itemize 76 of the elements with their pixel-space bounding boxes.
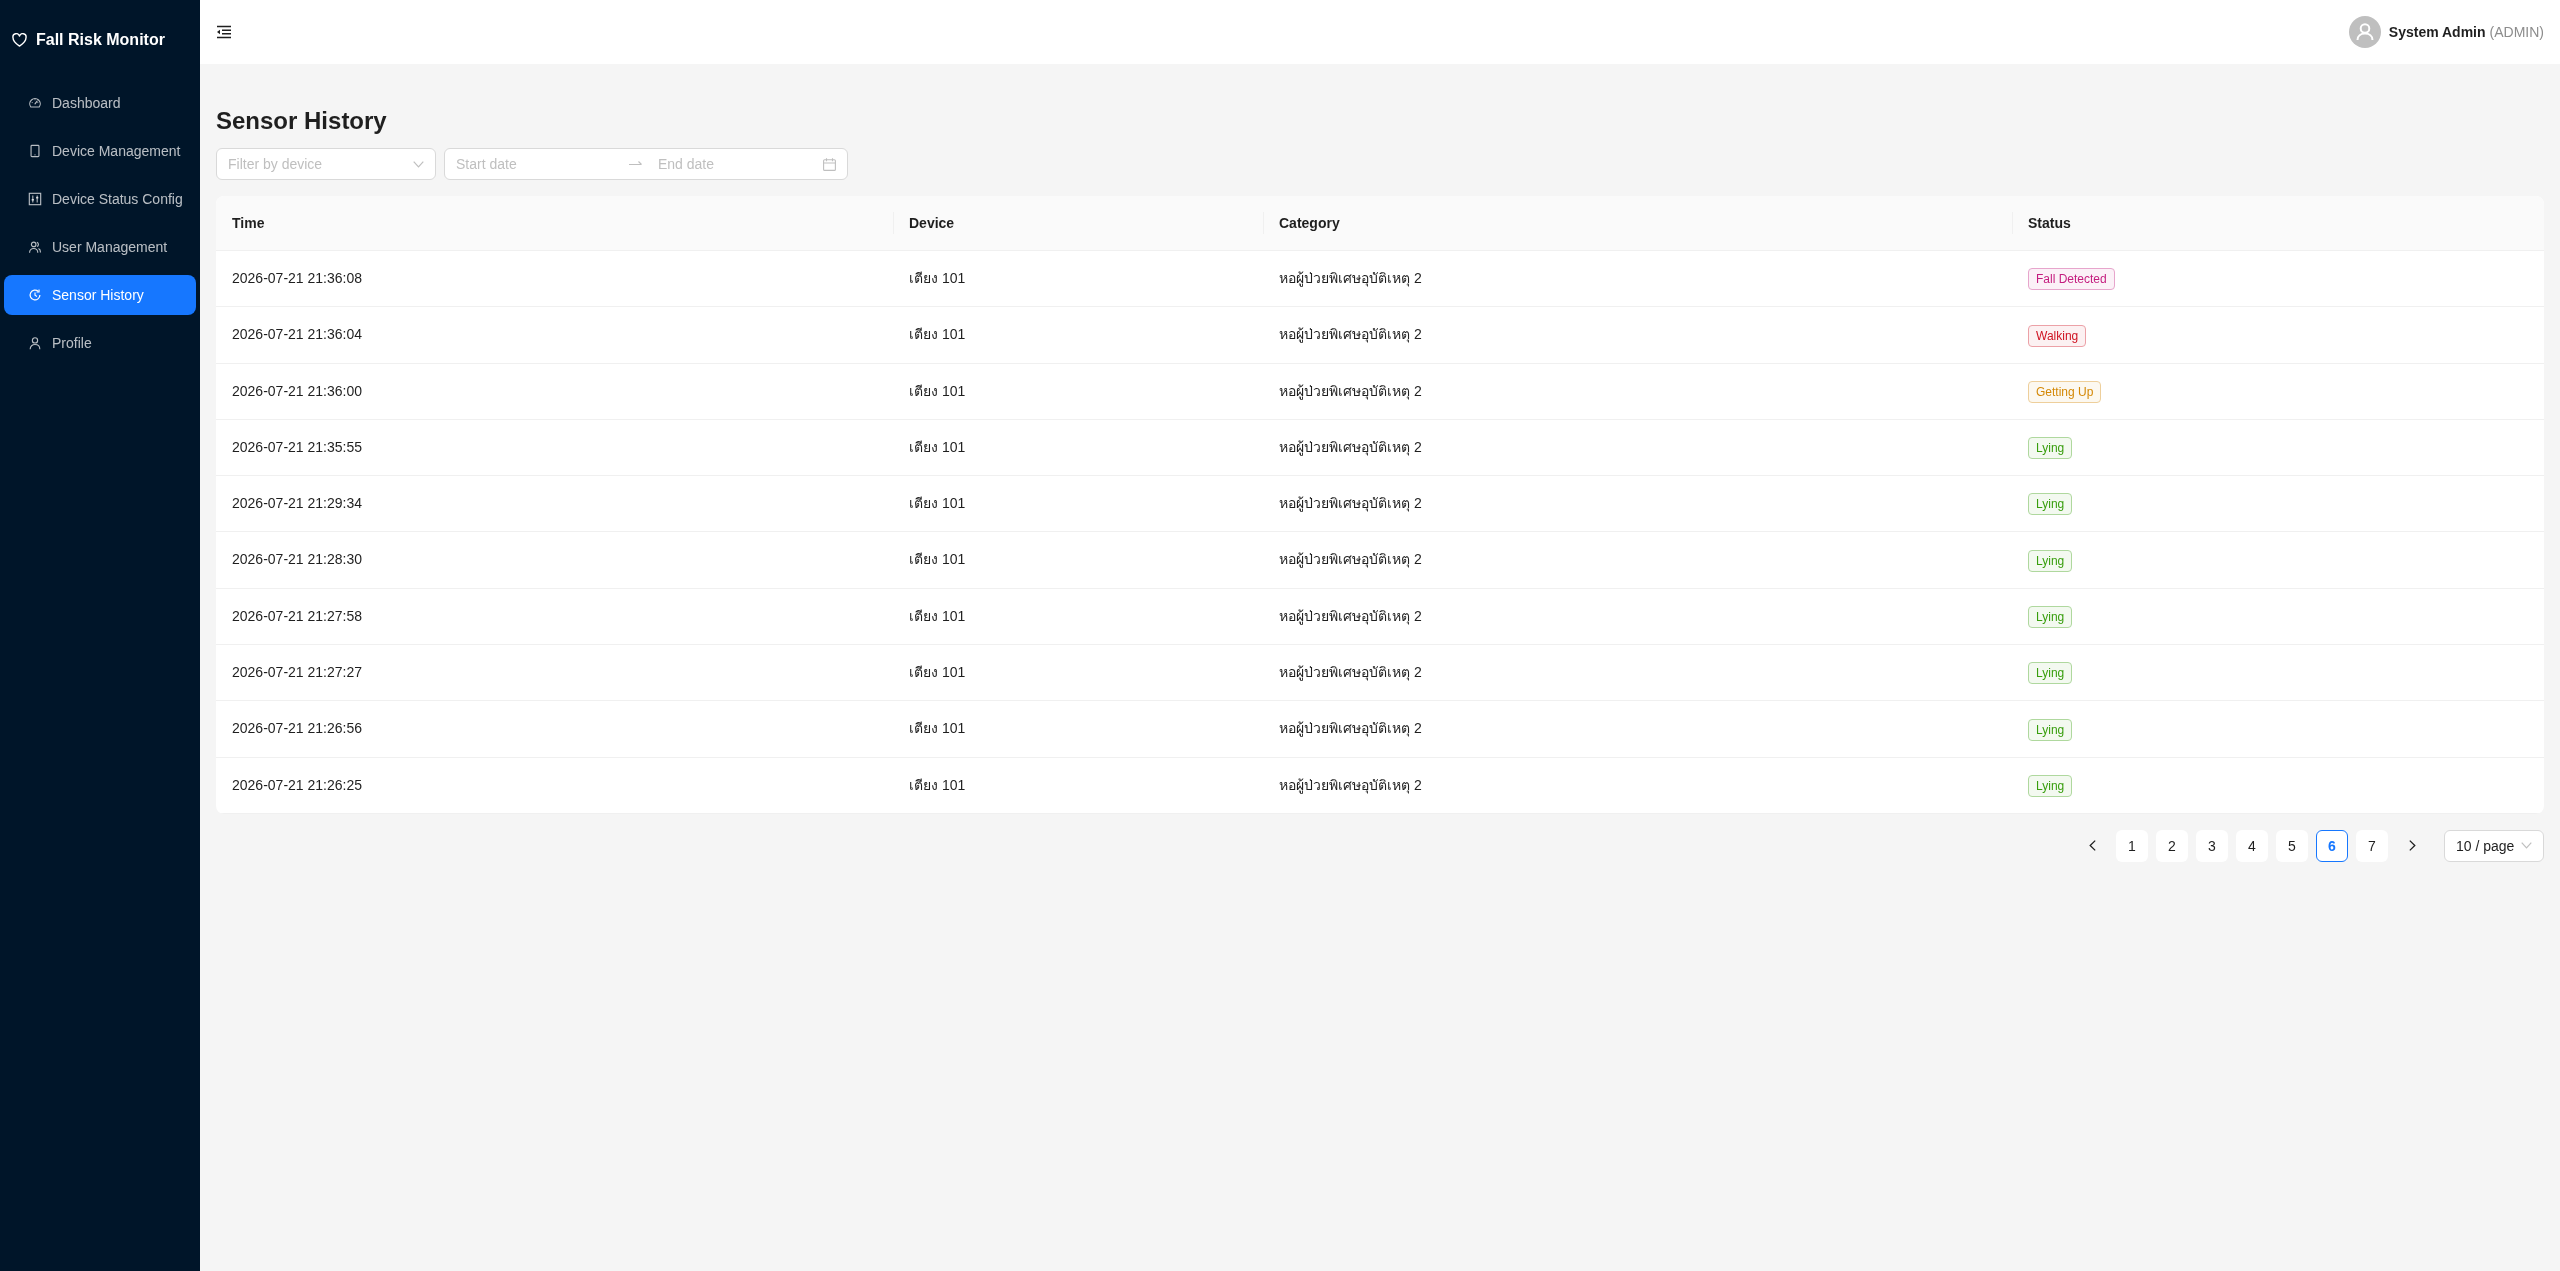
status-tag: Lying <box>2028 437 2073 460</box>
table-cell-text: 2026-07-21 21:26:56 <box>231 719 363 739</box>
sidebar-menu-item[interactable]: Device Management <box>4 131 196 171</box>
table-cell-text: หอผู้ป่วยพิเศษอุบัติเหตุ 2 <box>1278 550 1423 570</box>
status-tag: Lying <box>2028 493 2073 516</box>
table-cell-text: หอผู้ป่วยพิเศษอุบัติเหตุ 2 <box>1278 719 1423 739</box>
table-cell-text: เตียง 101 <box>908 775 967 795</box>
column-header: Category <box>1263 196 2012 250</box>
status-tag: Lying <box>2028 662 2073 685</box>
table-cell-text: หอผู้ป่วยพิเศษอุบัติเหตุ 2 <box>1278 775 1423 796</box>
column-header: Time <box>216 196 893 250</box>
table-cell-text: เตียง 101 <box>908 719 967 739</box>
users-icon <box>28 240 42 254</box>
table-cell-text: หอผู้ป่วยพิเศษอุบัติเหตุ 2 <box>1278 606 1423 627</box>
app-logo-text: Fall Risk Monitor <box>36 30 165 49</box>
status-tag: Lying <box>2028 606 2073 629</box>
table-cell-text: 2026-07-21 21:26:25 <box>231 775 363 795</box>
avatar-icon[interactable] <box>2348 16 2381 48</box>
table-cell-text: หอผู้ป่วยพิเศษอุบัติเหตุ 2 <box>1278 494 1423 514</box>
table-cell-text: เตียง 101 <box>908 269 967 288</box>
table-cell-text: 2026-07-21 21:29:34 <box>231 494 363 514</box>
sidebar-menu-item[interactable]: Profile <box>4 323 196 363</box>
page-button[interactable]: 4 <box>2236 829 2268 862</box>
status-tag: Getting Up <box>2028 380 2102 403</box>
page-button[interactable]: 2 <box>2156 829 2188 862</box>
sliders-icon <box>28 192 42 206</box>
chevron-right-icon <box>2408 840 2416 852</box>
table-cell-text: 2026-07-21 21:36:04 <box>231 325 363 345</box>
column-header: Device <box>893 196 1263 250</box>
chevron-left-icon <box>2088 840 2096 852</box>
status-tag: Fall Detected <box>2028 268 2115 291</box>
table-cell-text: หอผู้ป่วยพิเศษอุบัติเหตุ 2 <box>1278 269 1423 289</box>
page-title: Sensor History <box>216 106 388 136</box>
table-cell-text: 2026-07-21 21:28:30 <box>231 550 363 570</box>
page-size-select[interactable]: 10 / page <box>2444 829 2544 862</box>
table-cell-text: หอผู้ป่วยพิเศษอุบัติเหตุ 2 <box>1278 381 1423 402</box>
table-cell-text: 2026-07-21 21:36:00 <box>231 381 363 401</box>
table-cell-text: หอผู้ป่วยพิเศษอุบัติเหตุ 2 <box>1278 325 1423 345</box>
table-cell-text: เตียง 101 <box>908 663 967 683</box>
sidebar-menu-item[interactable]: Dashboard <box>4 83 196 123</box>
table-cell-text: 2026-07-21 21:36:08 <box>231 269 363 288</box>
table-cell-text: เตียง 101 <box>908 437 967 457</box>
page-button[interactable]: 5 <box>2276 829 2308 862</box>
chevron-down-icon <box>413 160 424 168</box>
status-tag: Lying <box>2028 718 2073 741</box>
user-role: (ADMIN) <box>2489 24 2544 40</box>
table-cell-text: เตียง 101 <box>908 606 967 626</box>
table-cell-text: 2026-07-21 21:35:55 <box>231 437 363 457</box>
user-icon <box>28 336 42 350</box>
table-cell-text: หอผู้ป่วยพิเศษอุบัติเหตุ 2 <box>1278 663 1423 683</box>
table-cell-text: เตียง 101 <box>908 325 967 345</box>
tablet-icon <box>28 144 42 158</box>
gauge-icon <box>28 96 42 110</box>
chevron-down-icon <box>2521 842 2532 850</box>
table-cell-text: 2026-07-21 21:27:27 <box>231 663 363 683</box>
table-cell-text: 2026-07-21 21:27:58 <box>231 606 363 626</box>
table-cell-text: เตียง 101 <box>908 494 967 514</box>
table-cell-text: เตียง 101 <box>908 550 967 570</box>
page-button[interactable]: 6 <box>2316 829 2348 862</box>
status-tag: Lying <box>2028 549 2073 572</box>
heart-icon <box>12 32 27 47</box>
table-cell-text: เตียง 101 <box>908 381 967 401</box>
sidebar-menu-item[interactable]: Device Status Config <box>4 179 196 219</box>
table-cell-text: หอผู้ป่วยพิเศษอุบัติเหตุ 2 <box>1278 437 1423 458</box>
status-tag: Walking <box>2028 324 2087 347</box>
history-icon <box>28 288 42 302</box>
column-header: Status <box>2012 196 2544 250</box>
sidebar-menu-item[interactable]: Sensor History <box>4 275 196 315</box>
menu-fold-icon[interactable] <box>216 25 232 39</box>
page-button[interactable]: 3 <box>2196 829 2228 862</box>
sidebar-menu-item[interactable]: User Management <box>4 227 196 267</box>
page-button[interactable]: 1 <box>2116 829 2148 862</box>
user-name: System Admin <box>2388 24 2486 40</box>
page-button[interactable]: 7 <box>2356 829 2388 862</box>
calendar-icon <box>823 157 836 171</box>
status-tag: Lying <box>2028 774 2073 797</box>
